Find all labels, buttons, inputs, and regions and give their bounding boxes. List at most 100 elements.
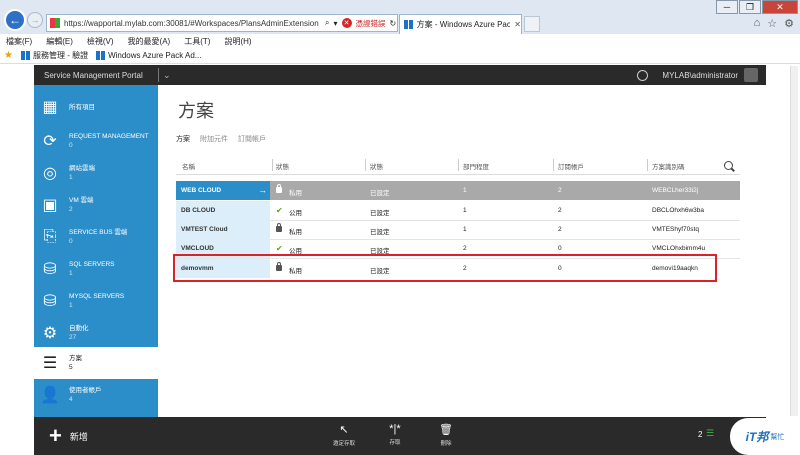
scrollbar[interactable] (790, 66, 798, 416)
tab-subscriptions[interactable]: 訂閱帳戶 (238, 134, 266, 144)
settings-gear-icon[interactable]: ⚙ (784, 17, 794, 30)
sidebar-item-automation[interactable]: ⚙ 自動化 27 (34, 317, 158, 349)
check-icon: ✔ (276, 206, 283, 215)
menu-edit[interactable]: 編輯(E) (46, 36, 73, 47)
sidebar-item-label: 自動化 (69, 325, 89, 332)
mysql-icon: ⛁ (43, 293, 57, 310)
menu-bar: 檔案(F) 編輯(E) 檢視(V) 我的最愛(A) 工具(T) 說明(H) (0, 34, 800, 48)
column-header-status[interactable]: 狀態 (370, 161, 383, 171)
menu-file[interactable]: 檔案(F) (6, 36, 32, 47)
tab-addons[interactable]: 附加元件 (200, 134, 228, 144)
plan-id: DBCLOhxh6w3ba (652, 207, 705, 214)
plan-level: 1 (463, 187, 467, 194)
portal-header: Service Management Portal ⌄ MYLAB\admini… (34, 65, 766, 85)
restore-button[interactable]: ❐ (739, 0, 761, 14)
sidebar-item-plans[interactable]: ☰ 方案 5 (34, 347, 158, 379)
menu-tools[interactable]: 工具(T) (184, 36, 210, 47)
windows-logo-icon (404, 20, 413, 29)
delete-button[interactable]: 🗑 刪除 (426, 423, 466, 447)
column-divider (365, 159, 366, 171)
plan-level: 1 (463, 207, 467, 214)
sidebar-item-label: REQUEST MANAGEMENT (69, 133, 149, 140)
address-bar[interactable]: https://wapportal.mylab.com:30081/#Works… (46, 14, 398, 32)
column-header-plan-id[interactable]: 方案識別碼 (652, 161, 685, 171)
cert-error-icon[interactable]: ✕ (341, 18, 352, 28)
sidebar-item-label: 使用者帳戶 (69, 387, 102, 394)
favorites-star-icon[interactable]: ☆ (767, 17, 777, 30)
url-text[interactable]: https://wapportal.mylab.com:30081/#Works… (64, 19, 322, 28)
sidebar-item-servicebus[interactable]: ⎘ SERVICE BUS 雲端 0 (34, 221, 158, 253)
favorite-item-auth[interactable]: 服務管理 - 驗證 (20, 50, 88, 61)
menu-view[interactable]: 檢視(V) (87, 36, 114, 47)
sidebar-item-label: SERVICE BUS 雲端 (69, 229, 128, 236)
user-name[interactable]: MYLAB\administrator (662, 71, 738, 80)
notification-count[interactable]: 2 (698, 430, 702, 439)
column-header-subscriptions[interactable]: 訂閱帳戶 (558, 161, 584, 171)
portal-title[interactable]: Service Management Portal (34, 71, 158, 80)
forward-arrow-icon[interactable]: → (27, 12, 43, 28)
sidebar-item-label: VM 雲端 (69, 197, 94, 204)
user-icon: 👤 (40, 387, 60, 404)
sidebar-item-count: 4 (69, 396, 73, 403)
new-label: 新增 (69, 431, 88, 442)
split-button[interactable]: *|* 存取 (375, 423, 415, 446)
sidebar-item-vm[interactable]: ▣ VM 雲端 2 (34, 189, 158, 221)
plan-name[interactable]: DB CLOUD (176, 201, 270, 220)
cert-error-text[interactable]: 憑證錯誤 (356, 18, 386, 29)
table-row[interactable]: VMTEST Cloud 私用 已設定 1 2 VMTEShyf70stq (176, 220, 740, 240)
plan-subscriptions: 2 (558, 207, 562, 214)
sidebar-item-users[interactable]: 👤 使用者帳戶 4 (34, 379, 158, 411)
lock-icon (276, 184, 282, 195)
split-icon: *|* (389, 423, 401, 435)
chevron-down-icon[interactable]: ⌄ (163, 70, 171, 81)
column-header-name[interactable]: 名稱 (182, 161, 195, 171)
sidebar-item-count: 0 (69, 238, 73, 245)
plan-name[interactable]: VMTEST Cloud (176, 220, 270, 239)
minimize-button[interactable]: ─ (716, 0, 738, 14)
user-area: MYLAB\administrator (637, 68, 758, 82)
watermark-sub: 幫忙 (770, 433, 785, 441)
column-divider (272, 159, 273, 171)
arrow-right-icon[interactable]: → (258, 185, 267, 195)
avatar[interactable] (744, 68, 758, 82)
new-tab-button[interactable] (524, 16, 540, 32)
column-header-access[interactable]: 狀態 (276, 161, 289, 171)
table-row[interactable]: WEB CLOUD → 私用 已設定 1 2 WEBCLher33i2j (176, 181, 740, 200)
plan-subscriptions: 2 (558, 187, 562, 194)
globe-icon[interactable] (637, 69, 649, 81)
search-icon[interactable] (724, 161, 733, 170)
search-icon[interactable]: ⌕ (325, 18, 329, 28)
sidebar-item-request[interactable]: ⟳ REQUEST MANAGEMENT 0 (34, 125, 158, 157)
sidebar-item-sql[interactable]: ⛁ SQL SERVERS 1 (34, 253, 158, 285)
plan-name[interactable]: WEB CLOUD (176, 181, 270, 200)
watermark-brand: iT邦 (745, 430, 769, 444)
menu-help[interactable]: 說明(H) (224, 36, 251, 47)
access-button[interactable]: ↖ 邀定存取 (324, 423, 364, 447)
tab-plans[interactable]: 方案 (176, 134, 190, 144)
favorites-star-icon[interactable]: ★ (4, 50, 13, 61)
back-arrow-icon[interactable]: ← (4, 9, 26, 31)
table-row[interactable]: DB CLOUD ✔ 公用 已設定 1 2 DBCLOhxh6w3ba (176, 201, 740, 221)
browser-tab-active[interactable]: 方案 - Windows Azure Pack ✕ (399, 14, 522, 34)
plan-access: 私用 (289, 229, 302, 236)
dropdown-icon[interactable]: ▾ (333, 19, 337, 28)
menu-favorites[interactable]: 我的最愛(A) (128, 36, 171, 47)
automation-icon: ⚙ (42, 325, 58, 342)
lock-icon (276, 223, 282, 234)
new-button[interactable]: + 新增 (49, 425, 88, 447)
close-window-button[interactable]: ✕ (762, 0, 798, 14)
notification-list-icon[interactable]: ☰ (706, 428, 716, 439)
sidebar-item-count: 5 (69, 364, 73, 371)
page-title: 方案 (178, 101, 214, 121)
sidebar-item-label: MYSQL SERVERS (69, 293, 125, 300)
home-icon[interactable]: ⌂ (754, 17, 761, 30)
favorite-item-wap[interactable]: Windows Azure Pack Ad... (96, 51, 201, 60)
sidebar-item-websites[interactable]: ◎ 網站雲端 1 (34, 157, 158, 189)
sidebar-item-all[interactable]: ▦ 所有項目 (34, 91, 158, 123)
plans-icon: ☰ (42, 355, 58, 372)
column-header-level[interactable]: 部門程度 (463, 161, 489, 171)
plan-status: 已設定 (370, 210, 390, 217)
sidebar-item-mysql[interactable]: ⛁ MYSQL SERVERS 1 (34, 285, 158, 317)
refresh-icon[interactable]: ↻ (390, 19, 397, 28)
tab-close-icon[interactable]: ✕ (514, 20, 521, 29)
